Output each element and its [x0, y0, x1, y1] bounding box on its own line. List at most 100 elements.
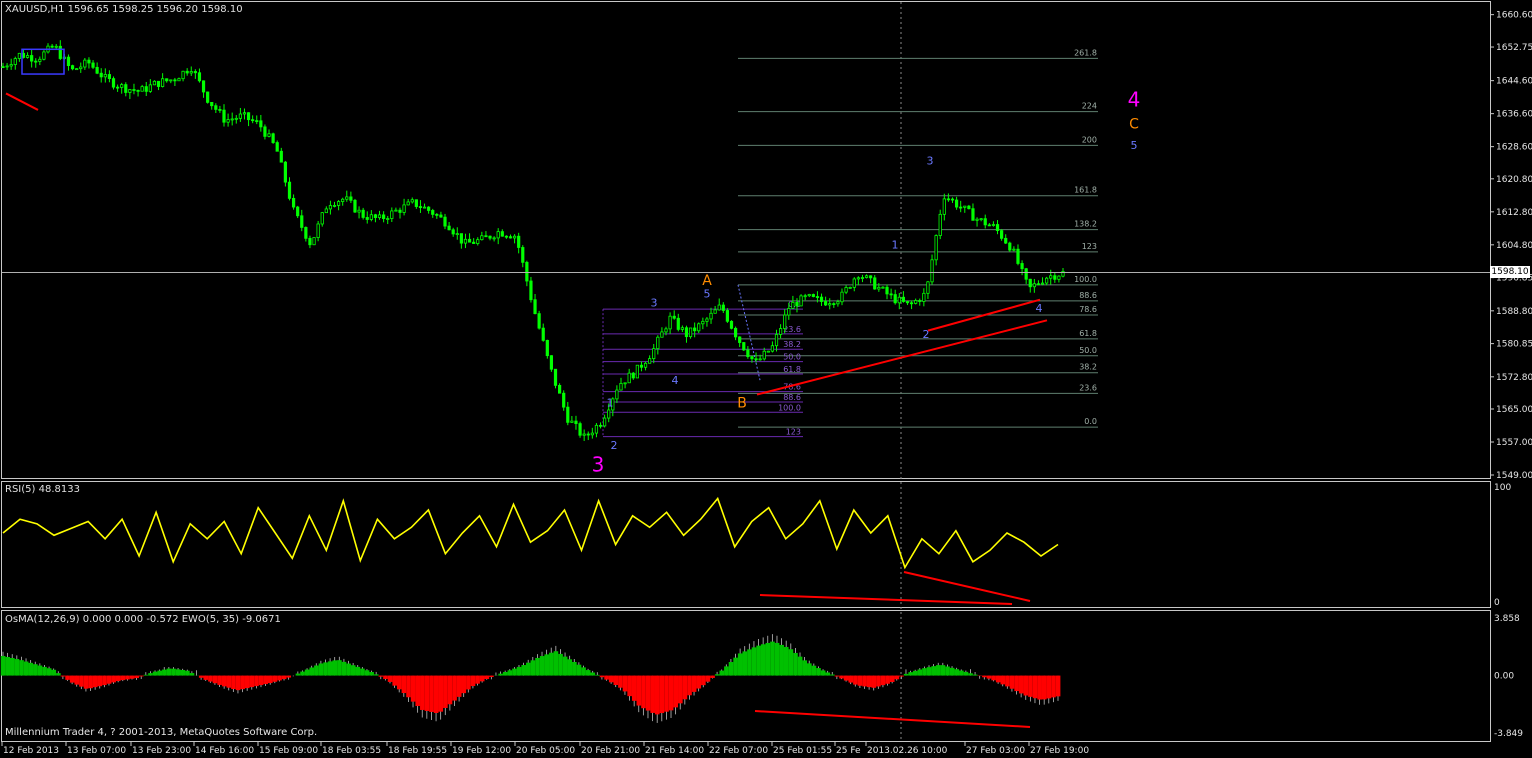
candle-body	[934, 235, 938, 261]
osma-bar	[959, 670, 964, 676]
candle-body	[1028, 278, 1032, 288]
candle-body	[1012, 248, 1016, 251]
osma-bar	[1046, 675, 1052, 699]
osma-bar	[862, 675, 867, 687]
price-tick-label: 1565.00	[1496, 405, 1532, 415]
osma-bar	[60, 675, 66, 677]
osma-bar	[489, 675, 494, 678]
osma-bar	[479, 675, 485, 682]
time-tick-label: 20 Feb 21:00	[581, 746, 640, 756]
candle-body	[701, 320, 705, 325]
candle-body	[83, 59, 87, 68]
candle-body	[431, 210, 435, 215]
candle-body	[128, 89, 132, 93]
candle-body	[496, 231, 500, 239]
osma-bar	[226, 675, 232, 688]
candle-body	[427, 206, 431, 211]
candle-body	[656, 336, 660, 350]
candle-body	[897, 296, 901, 304]
candle-body	[185, 70, 189, 74]
osma-bar	[631, 675, 637, 701]
osma-bar	[401, 675, 407, 694]
candle-body	[99, 72, 103, 78]
osma-bar	[221, 675, 227, 687]
candle-body	[758, 358, 762, 361]
candle-body	[869, 275, 873, 279]
osma-bar	[46, 668, 52, 676]
candle-body	[1049, 275, 1053, 279]
osma-bar	[180, 670, 186, 676]
candle-body	[144, 86, 148, 92]
osma-bar	[650, 675, 655, 713]
price-tick-label: 1660.60	[1496, 11, 1532, 21]
candle-body	[369, 214, 373, 220]
candle-body	[819, 296, 824, 302]
osma-bar	[991, 675, 996, 681]
osma-bar	[641, 675, 646, 709]
osma-bar	[608, 675, 614, 683]
osma-bar	[595, 674, 600, 676]
candle-body	[574, 420, 578, 425]
wave-label-blue: 4	[672, 374, 679, 387]
osma-bar	[19, 660, 24, 676]
osma-bar	[208, 675, 213, 682]
osma-bar	[558, 653, 563, 676]
osma-bar	[853, 675, 858, 685]
candle-body	[901, 296, 905, 302]
osma-bar	[1005, 675, 1010, 687]
candle-body	[308, 237, 312, 246]
osma-bar	[217, 675, 222, 685]
osma-bar	[341, 661, 347, 676]
candle-body	[320, 212, 324, 225]
candle-body	[635, 364, 639, 379]
candle-body	[316, 223, 320, 238]
osma-tick-label: 0.00	[1494, 672, 1514, 682]
candle-body	[799, 295, 803, 307]
candle-body	[750, 356, 754, 360]
osma-bar	[1055, 675, 1061, 697]
time-axis: 12 Feb 2013 13 Feb 07:00 13 Feb 23:00 14 Fe…	[1, 742, 1089, 756]
osma-bar	[530, 660, 536, 676]
candle-body	[386, 218, 390, 220]
osma-bar	[406, 675, 411, 698]
candle-body	[70, 65, 75, 70]
candle-body	[161, 78, 165, 87]
osma-bar	[346, 663, 351, 676]
osma-bar	[613, 675, 619, 686]
candle-body	[275, 142, 279, 152]
candle-body	[668, 315, 672, 330]
candle-body	[959, 206, 963, 209]
osma-bar	[88, 675, 93, 689]
osma-bar	[323, 662, 328, 676]
candle-body	[553, 368, 558, 386]
rsi-pane[interactable]	[1, 481, 1491, 608]
osma-bar	[645, 675, 651, 711]
osma-bar	[811, 665, 817, 676]
wave-label-pink: 4	[1128, 88, 1141, 112]
osma-bar	[917, 669, 923, 676]
osma-bar	[369, 671, 374, 676]
osma-bar	[788, 649, 794, 676]
osma-bar	[258, 675, 264, 686]
price-tick-label: 1612.80	[1496, 208, 1532, 218]
candle-body	[336, 201, 341, 206]
osma-bar	[37, 665, 43, 676]
candle-body	[283, 161, 287, 183]
fib-left-label: 123	[786, 428, 801, 437]
candle-body	[361, 209, 365, 218]
candle-body	[54, 45, 58, 48]
candle-body	[488, 235, 492, 239]
osma-bar	[1014, 675, 1019, 692]
candle-body	[643, 362, 648, 368]
candle-body	[684, 327, 689, 338]
candle-body	[922, 292, 926, 302]
osma-bar	[415, 675, 421, 707]
candle-body	[652, 348, 656, 360]
osma-bar	[125, 675, 130, 680]
osma-bar	[79, 675, 84, 687]
osma-bar	[544, 654, 550, 676]
osma-bar	[770, 641, 775, 676]
osma-bar	[106, 675, 112, 684]
candle-body	[242, 112, 247, 115]
candle-body	[742, 342, 746, 351]
